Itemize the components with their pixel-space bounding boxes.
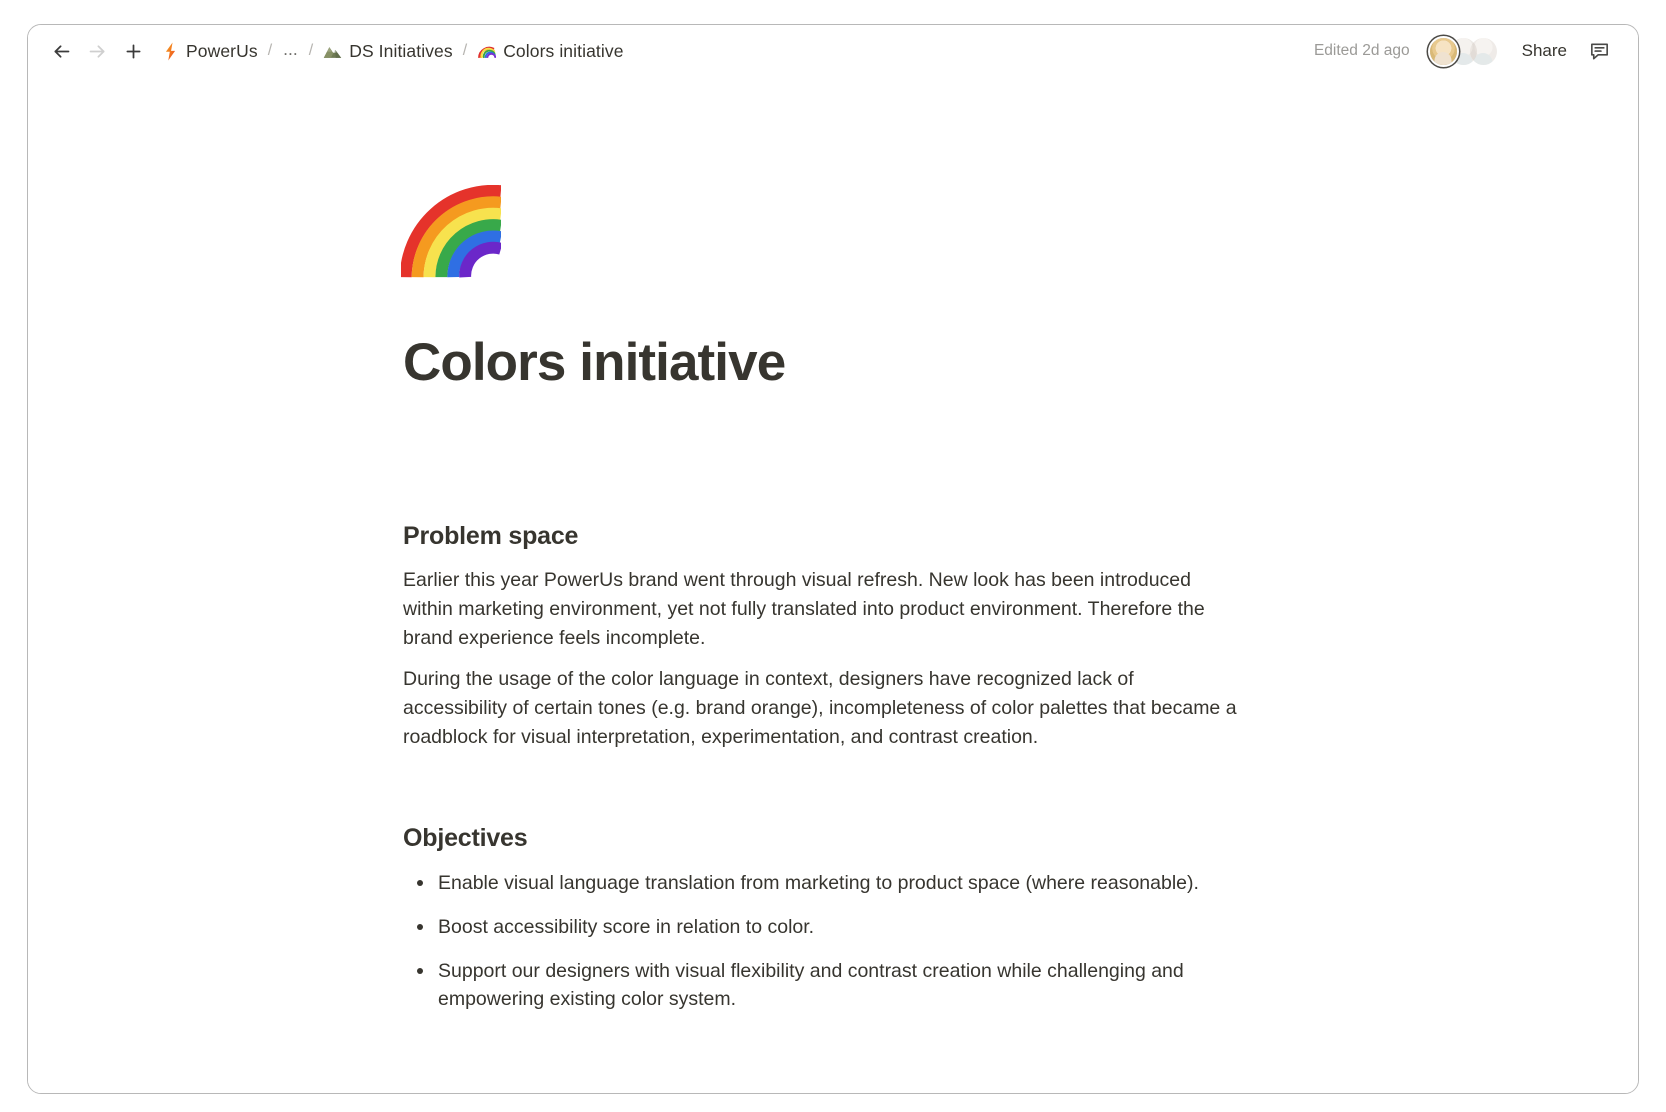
breadcrumb-item-powerus[interactable]: PowerUs	[156, 38, 264, 65]
breadcrumb-item-collapsed[interactable]: ...	[276, 40, 305, 62]
breadcrumb-label: Colors initiative	[503, 40, 624, 61]
rainbow-emoji	[478, 46, 497, 58]
list-item[interactable]: Support our designers with visual flexib…	[403, 957, 1203, 1014]
breadcrumb-item-colors-initiative[interactable]: Colors initiative	[471, 38, 629, 65]
mountain-emoji	[323, 46, 342, 58]
paragraph[interactable]: During the usage of the color language i…	[403, 665, 1243, 752]
top-bar-actions: Edited 2d ago Share	[1306, 34, 1616, 68]
plus-icon	[126, 44, 140, 58]
collaborator-avatars	[1429, 37, 1497, 65]
breadcrumb-item-ds-initiatives[interactable]: DS Initiatives	[317, 38, 459, 65]
page-icon-button[interactable]	[401, 185, 505, 281]
arrow-right-icon	[89, 44, 104, 58]
paragraph[interactable]: Earlier this year PowerUs brand went thr…	[403, 566, 1243, 653]
section-problem-space: Problem space Earlier this year PowerUs …	[403, 520, 1263, 752]
objectives-list: Enable visual language translation from …	[403, 869, 1263, 1014]
section-heading[interactable]: Objectives	[403, 822, 1263, 855]
top-bar: PowerUs / ... / DS Initiatives / Colors …	[28, 25, 1638, 77]
breadcrumb-label: PowerUs	[186, 40, 258, 61]
breadcrumb-separator: /	[308, 42, 314, 59]
breadcrumb-separator: /	[462, 42, 468, 59]
arrow-left-icon	[54, 44, 69, 58]
list-item[interactable]: Boost accessibility score in relation to…	[403, 913, 1203, 941]
new-page-button[interactable]	[116, 34, 150, 68]
page-title[interactable]: Colors initiative	[403, 333, 1263, 392]
breadcrumb-label: DS Initiatives	[349, 40, 453, 61]
page-content: Colors initiative Problem space Earlier …	[401, 77, 1263, 1014]
breadcrumb: PowerUs / ... / DS Initiatives / Colors …	[156, 38, 1306, 65]
section-heading[interactable]: Problem space	[403, 520, 1263, 553]
breadcrumb-separator: /	[267, 42, 273, 59]
section-objectives: Objectives Enable visual language transl…	[403, 822, 1263, 1014]
share-button[interactable]: Share	[1513, 36, 1576, 66]
edited-status[interactable]: Edited 2d ago	[1306, 38, 1418, 64]
page-scroll-area[interactable]: Colors initiative Problem space Earlier …	[28, 77, 1638, 1093]
navigation-controls	[44, 34, 150, 68]
app-window: PowerUs / ... / DS Initiatives / Colors …	[27, 24, 1639, 1094]
avatar[interactable]	[1429, 37, 1457, 65]
comment-bubble-icon	[1590, 42, 1608, 60]
forward-button[interactable]	[80, 34, 114, 68]
rainbow-emoji	[401, 185, 501, 278]
list-item[interactable]: Enable visual language translation from …	[403, 869, 1203, 897]
back-button[interactable]	[44, 34, 78, 68]
comments-button[interactable]	[1582, 34, 1616, 68]
lightning-bolt-icon	[165, 41, 176, 61]
